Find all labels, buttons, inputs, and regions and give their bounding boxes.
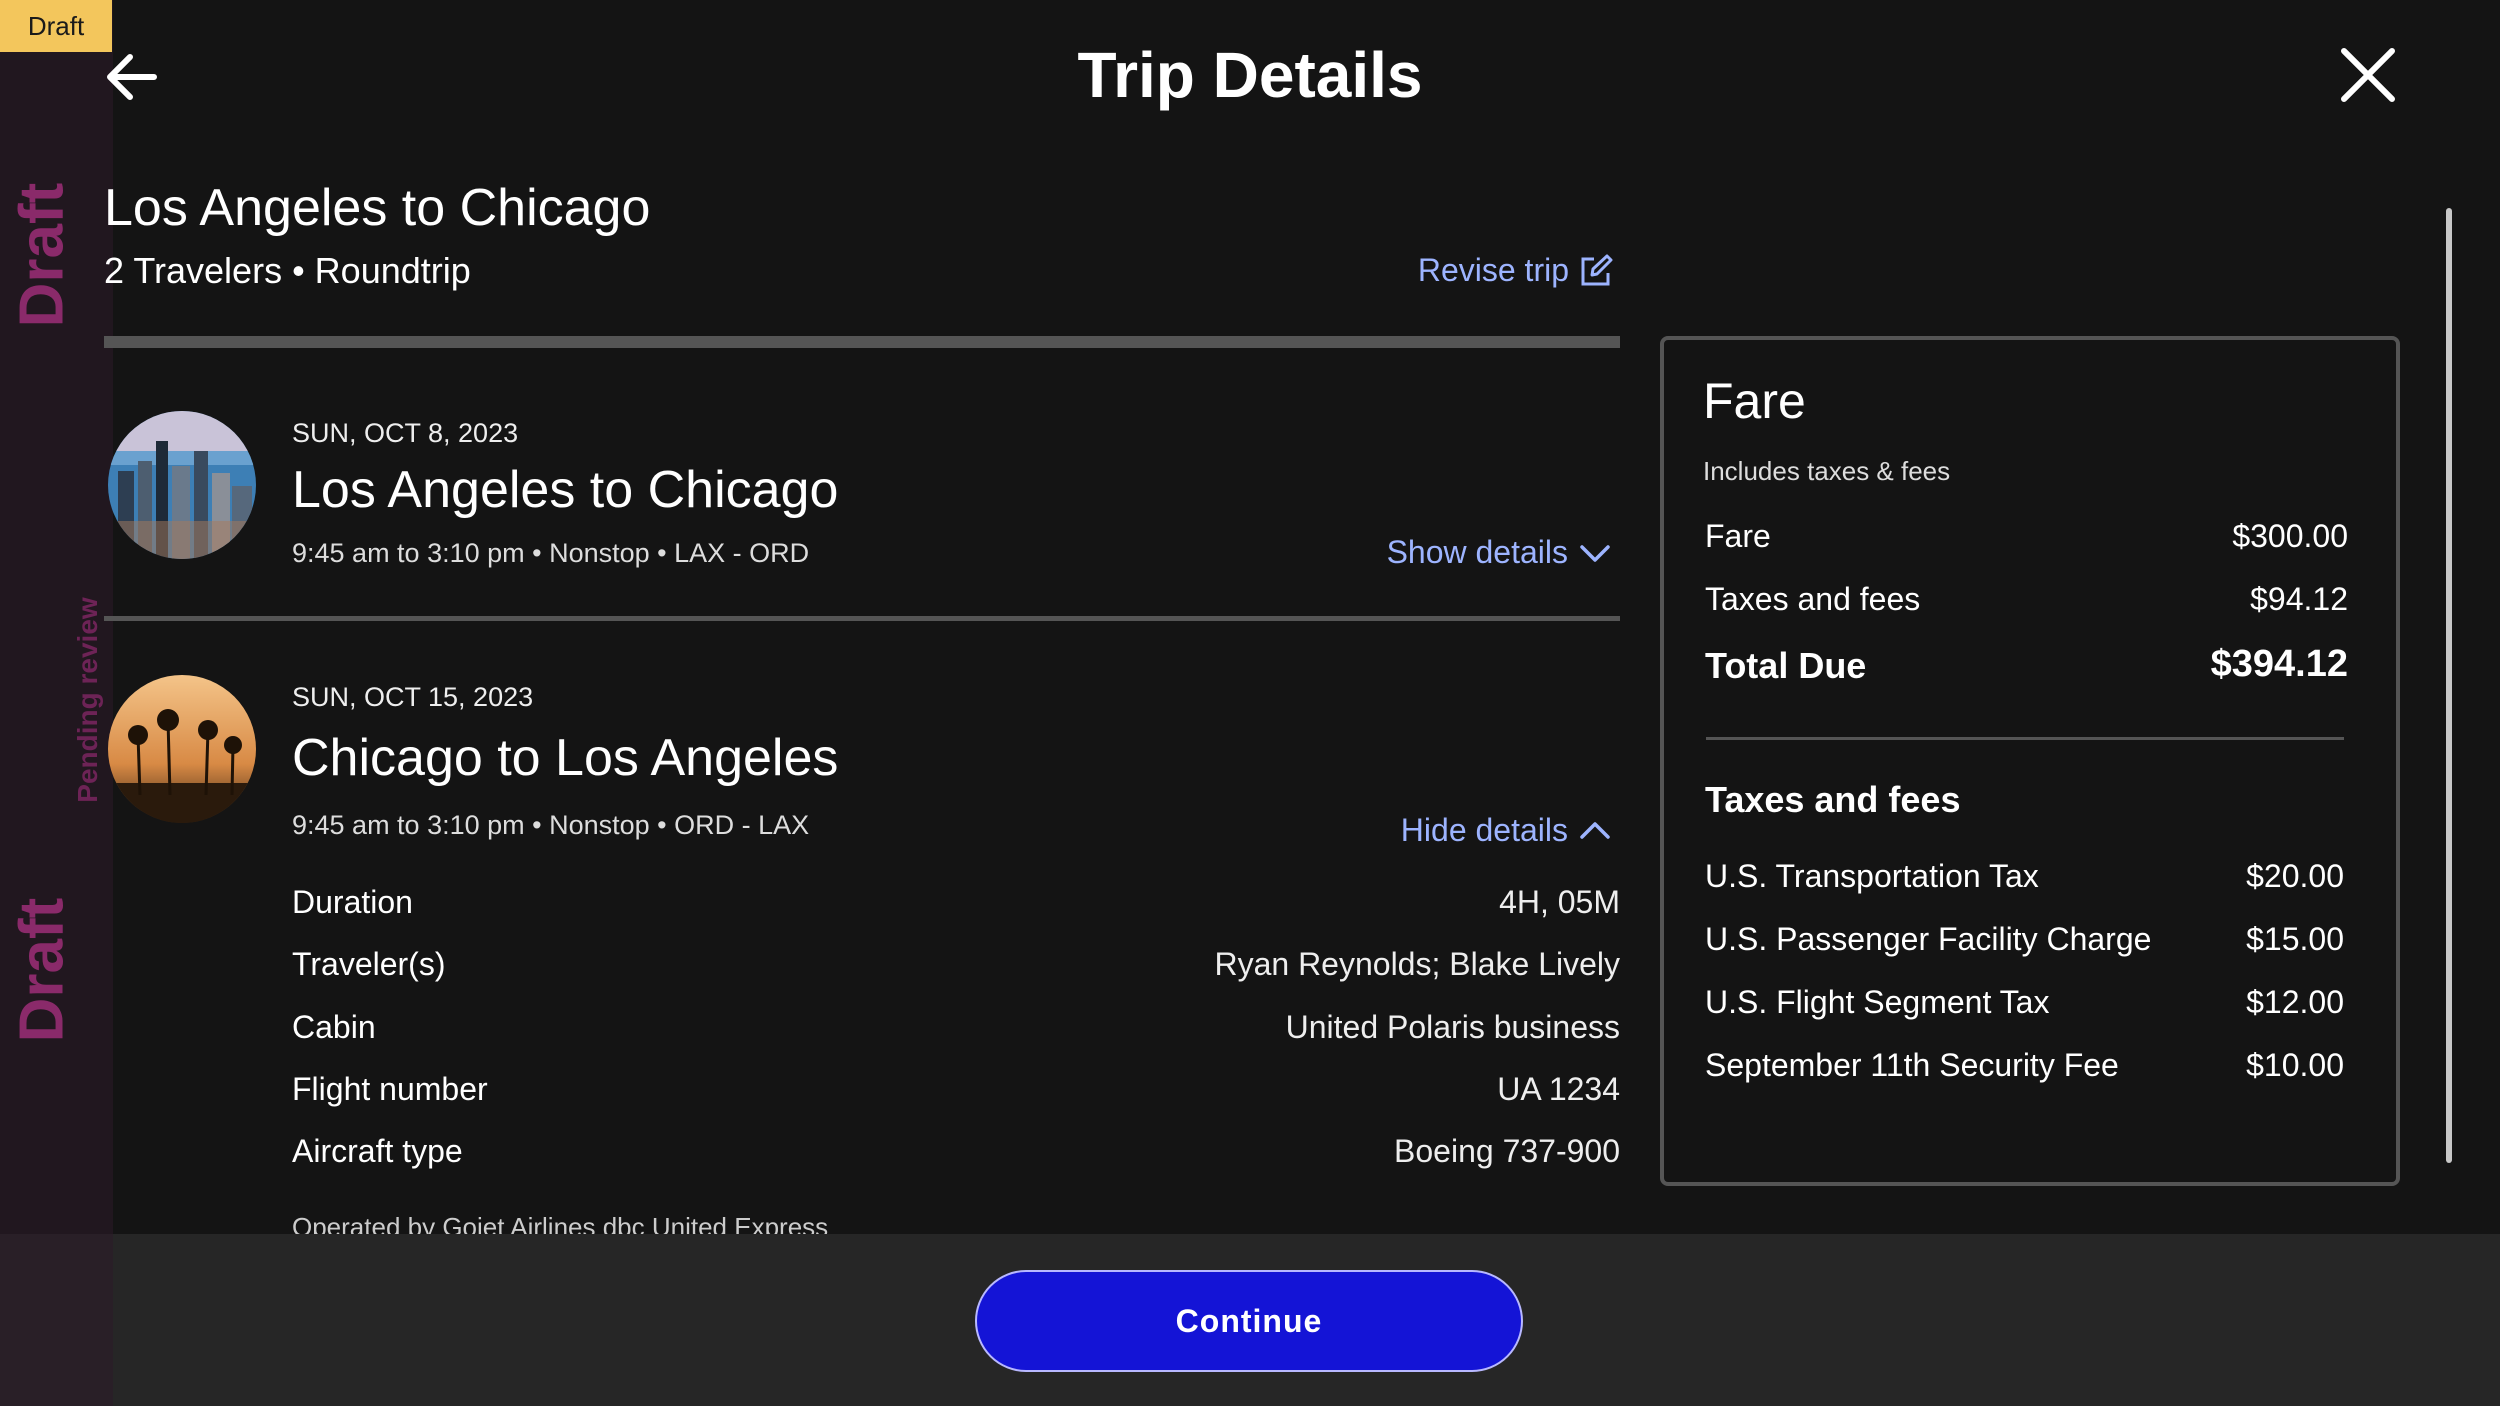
fare-line-value: $300.00 [2232,518,2348,554]
show-details-toggle[interactable]: Show details [1387,534,1612,571]
leg-meta: 9:45 am to 3:10 pm • Nonstop • ORD - LAX [292,810,810,840]
revise-trip-link[interactable]: Revise trip [1418,252,1613,289]
tax-label: U.S. Transportation Tax [1705,858,2039,894]
taxes-line-value: $94.12 [2250,581,2348,617]
tax-label: September 11th Security Fee [1705,1047,2119,1083]
draft-strip-bottom [0,1234,113,1406]
detail-label-duration: Duration [292,884,413,920]
show-details-label: Show details [1386,534,1568,570]
fare-title: Fare [1703,373,1806,429]
hide-details-toggle[interactable]: Hide details [1401,812,1612,849]
taxes-section-title: Taxes and fees [1705,779,1961,820]
page-title: Trip Details [1077,39,1423,111]
chevron-up-icon [1580,821,1610,839]
detail-value-travelers: Ryan Reynolds; Blake Lively [1214,946,1620,982]
los-angeles-palms-image [108,675,256,823]
chevron-down-icon [1580,544,1610,562]
continue-button[interactable]: Continue [975,1270,1523,1372]
tax-label: U.S. Passenger Facility Charge [1705,921,2152,957]
fare-note: Includes taxes & fees [1703,456,1951,486]
detail-value-aircraft-type: Boeing 737-900 [1394,1133,1620,1169]
summary-divider [104,336,1620,348]
detail-value-duration: 4H, 05M [1499,884,1620,920]
tax-value: $15.00 [2246,921,2344,957]
tax-value: $20.00 [2246,858,2344,894]
leg-title: Los Angeles to Chicago [292,461,839,519]
tax-value: $12.00 [2246,984,2344,1020]
detail-value-flight-number: UA 1234 [1497,1071,1620,1107]
tax-label: U.S. Flight Segment Tax [1705,984,2050,1020]
total-due-label: Total Due [1705,645,1867,686]
close-icon [2341,48,2395,102]
close-button[interactable] [2336,43,2400,107]
detail-label-aircraft-type: Aircraft type [292,1133,463,1169]
trip-subtitle: 2 Travelers • Roundtrip [104,250,471,291]
pending-review-watermark: Pending review [72,597,103,803]
fare-divider [1706,737,2344,740]
detail-value-cabin: United Polaris business [1285,1009,1620,1045]
leg-date: SUN, OCT 8, 2023 [292,418,519,448]
scrollbar[interactable] [2446,208,2452,1163]
draft-watermark-top: Draft [7,182,77,328]
hide-details-label: Hide details [1400,812,1568,848]
leg-title: Chicago to Los Angeles [292,729,839,787]
leg-meta: 9:45 am to 3:10 pm • Nonstop • LAX - ORD [292,538,810,568]
tax-value: $10.00 [2246,1047,2344,1083]
detail-label-travelers: Traveler(s) [292,946,446,982]
edit-icon [1581,254,1613,285]
leg-divider [104,616,1620,621]
fare-line-label: Fare [1705,518,1771,554]
chicago-skyline-image [108,411,256,559]
detail-label-flight-number: Flight number [292,1071,488,1107]
detail-label-cabin: Cabin [292,1009,376,1045]
trip-title: Los Angeles to Chicago [104,179,651,237]
revise-trip-label: Revise trip [1417,252,1569,288]
taxes-line-label: Taxes and fees [1705,581,1921,617]
total-due-value: $394.12 [2210,643,2348,685]
draft-watermark-bottom: Draft [7,897,77,1043]
leg-date: SUN, OCT 15, 2023 [292,682,534,712]
